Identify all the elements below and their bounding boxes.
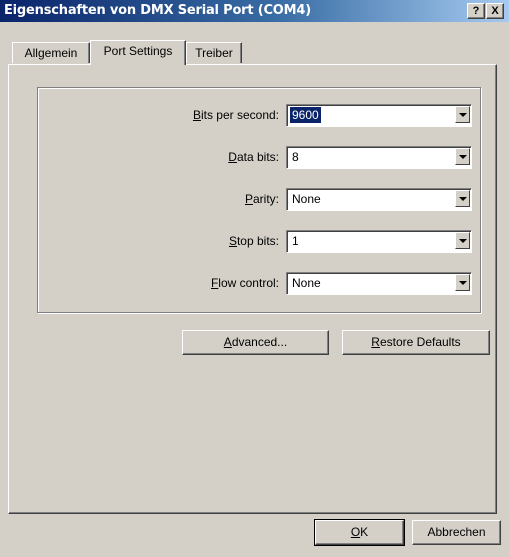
data-bits-select[interactable]: 8 bbox=[286, 146, 472, 169]
chevron-down-icon[interactable] bbox=[455, 232, 470, 249]
parity-value: None bbox=[292, 192, 321, 206]
window-title: Eigenschaften von DMX Serial Port (COM4) bbox=[4, 3, 311, 18]
chevron-down-icon[interactable] bbox=[455, 274, 470, 291]
stop-bits-label: Stop bits: bbox=[228, 234, 279, 248]
flow-control-value: None bbox=[292, 276, 321, 290]
data-bits-value: 8 bbox=[292, 150, 299, 164]
close-button[interactable]: X bbox=[486, 3, 504, 19]
chevron-down-icon[interactable] bbox=[455, 190, 470, 207]
parity-label: Parity: bbox=[244, 192, 279, 206]
restore-defaults-button[interactable]: Restore Defaults bbox=[342, 330, 490, 355]
title-bar[interactable]: Eigenschaften von DMX Serial Port (COM4)… bbox=[0, 0, 509, 22]
ok-button[interactable]: OK bbox=[314, 519, 405, 546]
tab-allgemein[interactable]: Allgemein bbox=[12, 42, 90, 63]
bits-per-second-label: Bits per second: bbox=[192, 108, 279, 122]
bits-per-second-value: 9600 bbox=[290, 107, 321, 123]
chevron-down-icon[interactable] bbox=[455, 106, 470, 123]
chevron-down-icon[interactable] bbox=[455, 148, 470, 165]
bits-per-second-select[interactable]: 9600 bbox=[286, 104, 472, 127]
flow-control-select[interactable]: None bbox=[286, 272, 472, 295]
advanced-button[interactable]: Advanced... bbox=[182, 330, 329, 355]
help-button[interactable]: ? bbox=[467, 3, 485, 19]
cancel-button[interactable]: Abbrechen bbox=[412, 520, 501, 545]
stop-bits-value: 1 bbox=[292, 234, 299, 248]
stop-bits-select[interactable]: 1 bbox=[286, 230, 472, 253]
flow-control-label: Flow control: bbox=[210, 276, 279, 290]
data-bits-label: Data bits: bbox=[228, 150, 279, 164]
parity-select[interactable]: None bbox=[286, 188, 472, 211]
tab-treiber[interactable]: Treiber bbox=[186, 42, 242, 63]
tab-port-settings[interactable]: Port Settings bbox=[90, 40, 186, 65]
